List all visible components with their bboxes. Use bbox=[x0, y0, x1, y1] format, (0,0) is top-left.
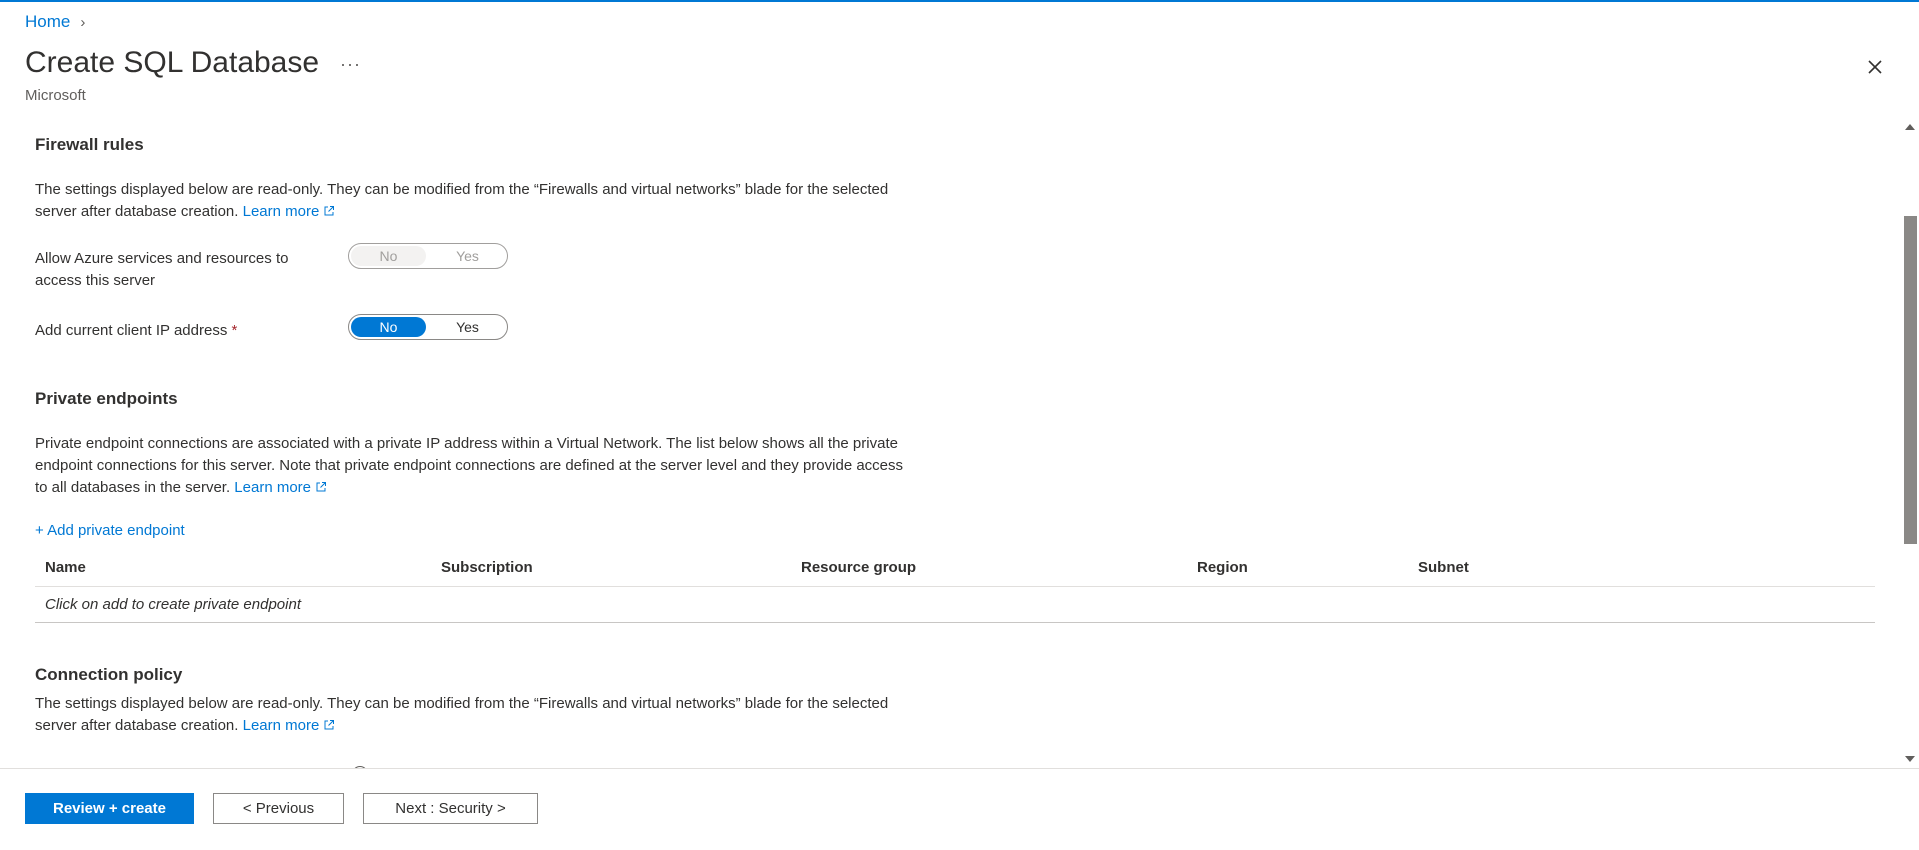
page-title: Create SQL Database bbox=[25, 46, 320, 79]
next-security-button[interactable]: Next : Security > bbox=[363, 793, 538, 824]
external-link-icon bbox=[324, 720, 335, 730]
private-endpoints-heading: Private endpoints bbox=[35, 389, 178, 408]
connection-policy-learn-more-text: Learn more bbox=[242, 717, 320, 734]
client-ip-label-text: Add current client IP address bbox=[35, 322, 228, 339]
top-accent-line bbox=[0, 0, 1919, 2]
column-header-subnet[interactable]: Subnet bbox=[1418, 559, 1469, 576]
vertical-scrollbar[interactable] bbox=[1900, 118, 1919, 768]
connection-policy-description: The settings displayed below are read-on… bbox=[35, 693, 915, 737]
review-create-button[interactable]: Review + create bbox=[25, 793, 194, 824]
private-endpoints-desc-text: Private endpoint connections are associa… bbox=[35, 435, 904, 496]
page-subtitle: Microsoft bbox=[25, 87, 86, 104]
client-ip-no-option[interactable]: No bbox=[351, 317, 426, 337]
previous-button[interactable]: < Previous bbox=[213, 793, 344, 824]
client-ip-yes-option[interactable]: Yes bbox=[430, 317, 505, 337]
breadcrumb-home-link[interactable]: Home bbox=[25, 12, 70, 32]
allow-azure-services-label: Allow Azure services and resources to ac… bbox=[35, 250, 289, 289]
required-marker: * bbox=[231, 322, 238, 339]
external-link-icon bbox=[316, 482, 327, 492]
close-button[interactable] bbox=[1862, 54, 1888, 80]
firewall-rules-heading: Firewall rules bbox=[35, 135, 144, 154]
firewall-learn-more-text: Learn more bbox=[242, 203, 320, 220]
private-endpoints-learn-more-link[interactable]: Learn more bbox=[234, 479, 327, 496]
add-private-endpoint-link[interactable]: + Add private endpoint bbox=[35, 522, 185, 539]
scroll-up-arrow-icon[interactable] bbox=[1905, 124, 1915, 130]
firewall-desc-text: The settings displayed below are read-on… bbox=[35, 181, 889, 220]
allow-azure-no-option[interactable]: No bbox=[351, 246, 426, 266]
column-header-region[interactable]: Region bbox=[1197, 559, 1248, 576]
firewall-rules-description: The settings displayed below are read-on… bbox=[35, 179, 915, 223]
footer-bar: Review + create < Previous Next : Securi… bbox=[0, 768, 1919, 850]
empty-grid-message: Click on add to create private endpoint bbox=[45, 596, 301, 613]
client-ip-toggle[interactable]: No Yes bbox=[348, 314, 508, 340]
firewall-learn-more-link[interactable]: Learn more bbox=[243, 203, 336, 220]
connection-policy-desc-text: The settings displayed below are read-on… bbox=[35, 695, 889, 734]
close-icon bbox=[1868, 60, 1882, 74]
client-ip-label: Add current client IP address * bbox=[35, 320, 315, 342]
private-endpoints-empty-row: Click on add to create private endpoint bbox=[35, 586, 1875, 623]
column-header-resource-group[interactable]: Resource group bbox=[801, 559, 916, 576]
private-endpoints-description: Private endpoint connections are associa… bbox=[35, 433, 915, 499]
allow-azure-services-toggle[interactable]: No Yes bbox=[348, 243, 508, 269]
breadcrumb: Home › bbox=[25, 12, 85, 32]
form-content: Firewall rules The settings displayed be… bbox=[0, 118, 1900, 768]
allow-azure-yes-option[interactable]: Yes bbox=[430, 246, 505, 266]
column-header-subscription[interactable]: Subscription bbox=[441, 559, 533, 576]
column-header-name[interactable]: Name bbox=[45, 559, 86, 576]
external-link-icon bbox=[324, 206, 335, 216]
connection-policy-heading: Connection policy bbox=[35, 665, 183, 684]
connection-policy-learn-more-link[interactable]: Learn more bbox=[243, 717, 336, 734]
chevron-right-icon: › bbox=[80, 13, 86, 31]
private-endpoints-grid-header: Name Subscription Resource group Region … bbox=[35, 550, 1875, 587]
scroll-down-arrow-icon[interactable] bbox=[1905, 756, 1915, 762]
scrollbar-thumb[interactable] bbox=[1904, 216, 1917, 544]
more-options-button[interactable]: ··· bbox=[340, 54, 361, 75]
private-endpoints-learn-more-text: Learn more bbox=[234, 479, 312, 496]
